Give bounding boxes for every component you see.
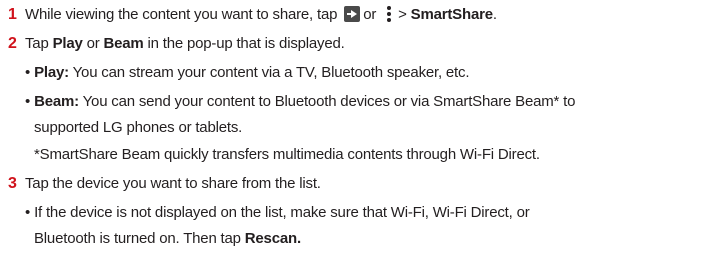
beam-term: Beam: xyxy=(34,93,79,110)
beam-label: Beam xyxy=(103,35,144,52)
play-term: Play: xyxy=(34,64,69,81)
footnote: *SmartShare Beam quickly transfers multi… xyxy=(34,146,540,163)
beam-description-line2: supported LG phones or tablets. xyxy=(34,119,243,136)
note-line1: If the device is not displayed on the li… xyxy=(34,204,530,221)
share-icon xyxy=(344,6,361,23)
bullet-marker: • xyxy=(25,204,31,221)
bullet-beam: • Beam: You can send your content to Blue… xyxy=(25,92,575,112)
step-1-text: While viewing the content you want to sh… xyxy=(25,5,497,23)
smartshare-label: SmartShare xyxy=(410,6,493,23)
play-description: You can stream your content via a TV, Bl… xyxy=(72,64,470,81)
menu-dots-icon xyxy=(386,5,392,23)
bullet-marker: • xyxy=(25,93,31,110)
instruction-document: 1 While viewing the content you want to … xyxy=(0,0,701,271)
step-number: 1 xyxy=(8,6,17,23)
step-3-text: Tap the device you want to share from th… xyxy=(25,175,321,192)
step-number: 3 xyxy=(8,175,17,192)
step-number: 2 xyxy=(8,35,17,52)
rescan-label: Rescan. xyxy=(244,230,301,247)
step-2-text: Tap Play or Beam in the pop-up that is d… xyxy=(25,35,345,52)
bullet-marker: • xyxy=(25,64,31,81)
bullet-play: • Play: You can stream your content via a… xyxy=(25,63,469,83)
beam-description-line1: You can send your content to Bluetooth d… xyxy=(82,93,576,110)
play-label: Play xyxy=(52,35,83,52)
note-line2: Bluetooth is turned on. Then tap Rescan. xyxy=(34,230,301,247)
bullet-note: • If the device is not displayed on the l… xyxy=(25,203,530,223)
